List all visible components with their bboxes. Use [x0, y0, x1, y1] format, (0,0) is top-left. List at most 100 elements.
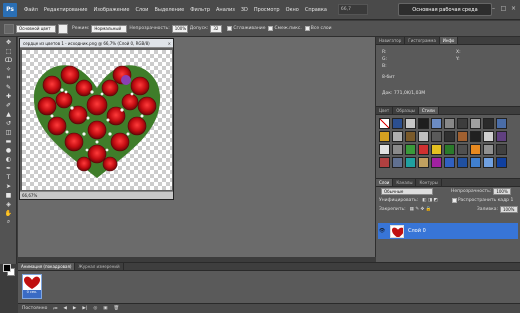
magic-wand-tool-icon[interactable]: ✧ [1, 65, 16, 73]
eyedropper-tool-icon[interactable]: ✎ [1, 83, 16, 91]
style-swatch[interactable] [431, 118, 442, 129]
style-swatch[interactable] [444, 118, 455, 129]
tab-layers[interactable]: Слои [376, 179, 394, 186]
propagate-checkbox[interactable] [451, 198, 457, 203]
frame-delay[interactable]: 0 сек. [23, 290, 41, 294]
style-swatch[interactable] [444, 131, 455, 142]
prev-frame-icon[interactable]: ◀ [63, 306, 66, 311]
style-swatch[interactable] [470, 118, 481, 129]
tab-swatches[interactable]: Образцы [393, 107, 419, 114]
style-swatch[interactable] [470, 144, 481, 155]
blend-mode-select[interactable]: Обычные [381, 188, 433, 195]
style-swatch[interactable] [457, 157, 468, 168]
unify-icons[interactable]: ◧ ◨ ◩ [422, 198, 438, 203]
delete-frame-icon[interactable]: 🗑 [114, 306, 120, 311]
tolerance-input[interactable]: 32 [210, 24, 223, 33]
history-brush-tool-icon[interactable]: ↺ [1, 119, 16, 127]
loop-select[interactable]: Постоянно [22, 306, 47, 311]
maximize-icon[interactable]: □ [500, 4, 507, 12]
type-tool-icon[interactable]: T [1, 173, 16, 181]
style-swatch[interactable] [392, 157, 403, 168]
dodge-tool-icon[interactable]: ◐ [1, 155, 16, 163]
play-icon[interactable]: ▶ [73, 306, 76, 311]
zoom-select[interactable]: 66,7 [337, 4, 368, 15]
tab-navigator[interactable]: Навигатор [376, 37, 406, 44]
style-swatch[interactable] [496, 118, 507, 129]
style-swatch[interactable] [457, 131, 468, 142]
stamp-tool-icon[interactable]: ▲ [1, 110, 16, 118]
style-swatch[interactable] [392, 131, 403, 142]
pen-tool-icon[interactable]: ✒ [1, 164, 16, 172]
fill-input[interactable]: 100% [500, 206, 518, 213]
tab-paths[interactable]: Контуры [416, 179, 442, 186]
style-swatch[interactable] [392, 144, 403, 155]
style-swatch[interactable] [431, 131, 442, 142]
canvas[interactable] [22, 50, 172, 190]
lock-icons[interactable]: ▦ ✎ ✥ 🔒 [410, 207, 432, 212]
style-swatch[interactable] [444, 157, 455, 168]
minimize-icon[interactable]: – [490, 4, 497, 12]
style-swatch[interactable] [483, 131, 494, 142]
pattern-swatch[interactable] [58, 23, 68, 34]
style-swatch[interactable] [457, 118, 468, 129]
layer-row[interactable]: 👁 Слой 0 [378, 223, 518, 239]
style-swatch[interactable] [405, 131, 416, 142]
menu-analysis[interactable]: Анализ [213, 7, 238, 13]
style-swatch[interactable] [379, 144, 390, 155]
healing-tool-icon[interactable]: ✚ [1, 92, 16, 100]
style-swatch[interactable] [418, 131, 429, 142]
style-swatch[interactable] [418, 144, 429, 155]
shape-tool-icon[interactable]: ■ [1, 191, 16, 199]
paint-bucket-icon[interactable] [4, 23, 14, 34]
brush-tool-icon[interactable]: ✐ [1, 101, 16, 109]
style-swatch[interactable] [379, 118, 390, 129]
layer-opacity-input[interactable]: 100% [493, 188, 512, 195]
gradient-tool-icon[interactable]: ▬ [1, 137, 16, 145]
style-swatch[interactable] [379, 131, 390, 142]
menu-image[interactable]: Изображение [90, 7, 132, 13]
all-layers-checkbox[interactable] [304, 26, 310, 31]
antialias-checkbox[interactable] [227, 26, 233, 31]
style-swatch[interactable] [496, 144, 507, 155]
style-swatch[interactable] [496, 157, 507, 168]
style-swatch[interactable] [431, 157, 442, 168]
crop-tool-icon[interactable]: ⌗ [1, 74, 16, 82]
mode-select[interactable]: Нормальный [91, 24, 128, 33]
animation-frame[interactable]: 0 сек. [22, 274, 42, 299]
close-icon[interactable]: × [510, 4, 517, 12]
style-swatch[interactable] [457, 144, 468, 155]
contiguous-checkbox[interactable] [268, 26, 274, 31]
style-swatch[interactable] [483, 144, 494, 155]
tween-icon[interactable]: ◎ [93, 306, 97, 311]
style-swatch[interactable] [470, 131, 481, 142]
tab-measurement-log[interactable]: Журнал измерений [75, 263, 124, 270]
style-swatch[interactable] [392, 118, 403, 129]
style-swatch[interactable] [483, 118, 494, 129]
path-selection-tool-icon[interactable]: ➤ [1, 182, 16, 190]
zoom-tool-icon[interactable]: ⌕ [1, 218, 16, 226]
style-swatch[interactable] [379, 157, 390, 168]
document-close-icon[interactable]: × [168, 41, 171, 46]
next-frame-icon[interactable]: ▶| [82, 306, 87, 311]
style-swatch[interactable] [470, 157, 481, 168]
blur-tool-icon[interactable]: ● [1, 146, 16, 154]
first-frame-icon[interactable]: ⏮ [53, 306, 57, 312]
duplicate-frame-icon[interactable]: ▣ [103, 306, 107, 311]
menu-view[interactable]: Просмотр [251, 7, 283, 13]
style-swatch[interactable] [405, 157, 416, 168]
style-swatch[interactable] [444, 144, 455, 155]
tab-info[interactable]: Инфо [439, 37, 459, 44]
style-swatch[interactable] [418, 118, 429, 129]
menu-window[interactable]: Окно [283, 7, 302, 13]
menu-3d[interactable]: 3D [238, 7, 251, 13]
eraser-tool-icon[interactable]: ◫ [1, 128, 16, 136]
marquee-tool-icon[interactable]: ⬚ [1, 47, 16, 55]
menu-select[interactable]: Выделение [151, 7, 187, 13]
menu-layers[interactable]: Слои [132, 7, 151, 13]
tab-histogram[interactable]: Гистограмма [405, 37, 440, 44]
document-title-bar[interactable]: сердце из цветов 1 - исходник.png @ 66,7… [20, 39, 173, 48]
3d-tool-icon[interactable]: ◈ [1, 200, 16, 208]
fill-source-select[interactable]: Основной цвет [16, 24, 56, 33]
tab-channels[interactable]: Каналы [393, 179, 417, 186]
style-swatch[interactable] [496, 131, 507, 142]
